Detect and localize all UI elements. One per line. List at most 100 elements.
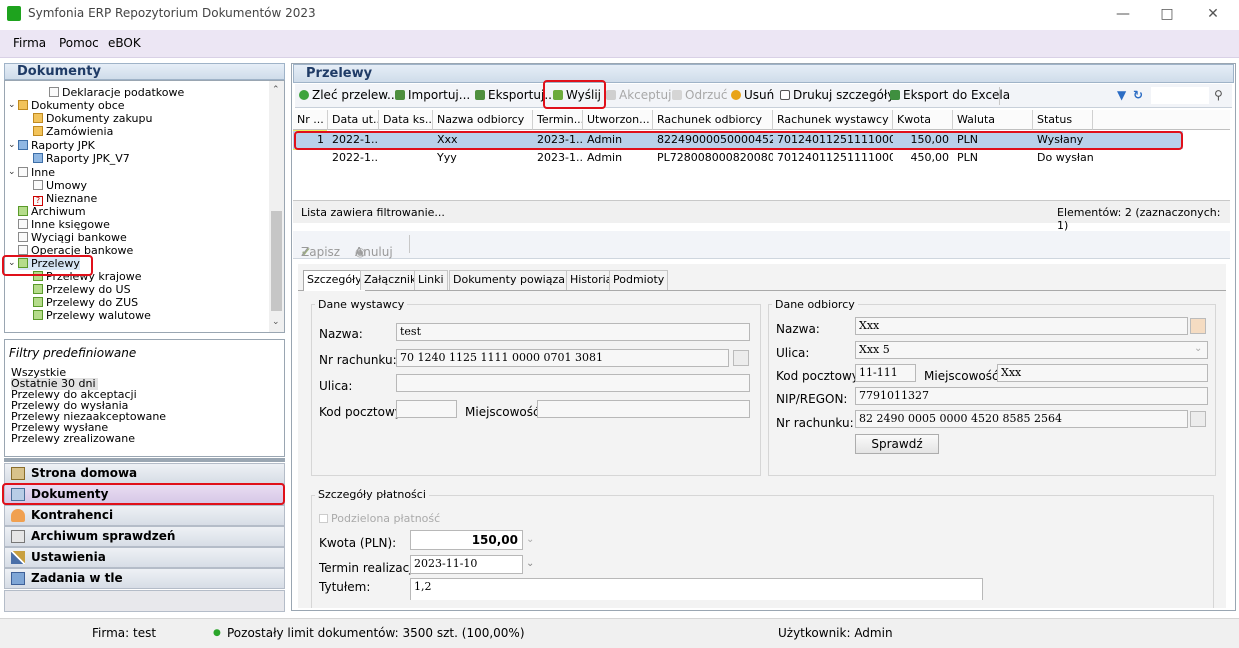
table-cell[interactable]: 1 (293, 131, 328, 149)
bank-icon[interactable] (733, 350, 749, 366)
table-cell[interactable]: 2023-1... (533, 149, 583, 167)
delete-button[interactable]: Usuń (731, 88, 774, 102)
export-button[interactable]: Eksportuj... (475, 88, 556, 102)
column-header[interactable]: Status (1033, 110, 1093, 130)
column-header[interactable]: Nr ... (293, 110, 328, 130)
table-cell[interactable]: 70124011251111000... (773, 131, 893, 149)
table-cell[interactable]: 70124011251111000... (773, 149, 893, 167)
tree-item-przelewy[interactable]: Przelewy (18, 257, 80, 270)
print-details-button[interactable]: Drukuj szczegóły (780, 88, 894, 102)
tree-item-dokumenty-obce[interactable]: Dokumenty obce (18, 99, 125, 112)
collapse-icon[interactable]: ⌄ (8, 167, 16, 177)
date-field[interactable]: 2023-11-10 (410, 555, 523, 574)
table-cell[interactable]: PL728008000820080... (653, 149, 773, 167)
column-header[interactable]: Termin... (533, 110, 583, 130)
column-header[interactable]: Utworzon... (583, 110, 653, 130)
table-cell[interactable]: PLN (953, 149, 1033, 167)
tree-item-operacje[interactable]: Operacje bankowe (18, 244, 133, 257)
table-cell[interactable]: 450,00 (893, 149, 953, 167)
tree-item-przelewy-us[interactable]: Przelewy do US (33, 283, 131, 296)
recipient-nip-field[interactable]: 7791011327 (855, 387, 1208, 405)
table-cell[interactable]: 2023-1... (533, 131, 583, 149)
recipient-name-field[interactable]: Xxx (855, 317, 1188, 335)
refresh-icon[interactable]: ↻ (1133, 88, 1143, 102)
accept-button[interactable]: Akceptuj (606, 88, 671, 102)
menu-ebok[interactable]: eBOK (108, 36, 141, 50)
nav-strona-domowa[interactable]: Strona domowa (4, 463, 285, 484)
tree-scrollbar[interactable]: ⌃ ⌄ (269, 81, 284, 332)
scroll-up-icon[interactable]: ⌃ (272, 85, 280, 95)
issuer-city-field[interactable] (537, 400, 750, 418)
table-cell[interactable] (379, 149, 433, 167)
column-header[interactable]: Data ks... (379, 110, 433, 130)
table-cell[interactable]: 150,00 (893, 131, 953, 149)
collapse-icon[interactable]: ⌄ (8, 140, 16, 150)
verify-button[interactable]: Sprawdź (855, 434, 939, 454)
nav-ustawienia[interactable]: Ustawienia (4, 547, 285, 568)
table-cell[interactable]: Yyy (433, 149, 533, 167)
table-cell[interactable] (293, 149, 328, 167)
tree-item-dokumenty-zakupu[interactable]: Dokumenty zakupu (33, 112, 152, 125)
tree-item-inne[interactable]: Inne (18, 166, 55, 179)
excel-export-button[interactable]: Eksport do Excela (890, 88, 1010, 102)
splitter[interactable] (4, 458, 285, 462)
tree-item-nieznane[interactable]: ? Nieznane (33, 192, 97, 206)
column-header[interactable]: Data ut... (328, 110, 379, 130)
tab-szczegoly[interactable]: Szczegóły (303, 270, 366, 291)
column-header[interactable]: Rachunek wystawcy (773, 110, 893, 130)
tree-item-przelewy-walutowe[interactable]: Przelewy walutowe (33, 309, 151, 322)
chevron-down-icon[interactable]: ⌄ (1194, 343, 1202, 354)
tree-item-zamowienia[interactable]: Zamówienia (33, 125, 113, 138)
scroll-down-icon[interactable]: ⌄ (272, 317, 280, 327)
table-cell[interactable]: Admin (583, 131, 653, 149)
menu-firma[interactable]: Firma (13, 36, 46, 50)
recipient-street-field[interactable]: Xxx 5 (855, 341, 1208, 359)
column-header[interactable]: Nazwa odbiorcy (433, 110, 533, 130)
menu-pomoc[interactable]: Pomoc (59, 36, 99, 50)
tree-item-inne-ksiegowe[interactable]: Inne księgowe (18, 218, 110, 231)
split-payment-checkbox[interactable]: Podzielona płatność (319, 512, 440, 525)
table-cell[interactable]: 2022-1... (328, 149, 379, 167)
filter-icon[interactable]: ▼ (1117, 88, 1126, 102)
calendar-dropdown-icon[interactable]: ⌄ (526, 558, 534, 569)
table-cell[interactable]: 82249000050000452... (653, 131, 773, 149)
issuer-street-field[interactable] (396, 374, 750, 392)
tab-dokumenty-powiazane[interactable]: Dokumenty powiązane (449, 270, 583, 290)
tree-item-deklaracje[interactable]: Deklaracje podatkowe (49, 86, 184, 99)
bank-icon[interactable] (1190, 411, 1206, 427)
issuer-account-field[interactable]: 70 1240 1125 1111 0000 0701 3081 (396, 349, 729, 367)
spin-icon[interactable]: ⌄ (526, 534, 534, 545)
collapse-icon[interactable]: ⌄ (8, 100, 16, 110)
table-cell[interactable]: Admin (583, 149, 653, 167)
amount-field[interactable]: 150,00 (410, 530, 523, 550)
import-button[interactable]: Importuj... (395, 88, 470, 102)
table-cell[interactable] (379, 131, 433, 149)
send-button[interactable]: Wyślij (553, 88, 601, 102)
column-header[interactable]: Kwota (893, 110, 953, 130)
tree-item-wyciagi[interactable]: Wyciągi bankowe (18, 231, 127, 244)
title-field[interactable]: 1,2 (410, 578, 983, 600)
tree-item-umowy[interactable]: Umowy (33, 179, 87, 192)
maximize-icon[interactable]: □ (1152, 4, 1182, 24)
table-cell[interactable]: PLN (953, 131, 1033, 149)
tab-linki[interactable]: Linki (414, 270, 448, 290)
order-transfer-button[interactable]: Zleć przelew... (299, 88, 398, 102)
tab-podmioty[interactable]: Podmioty (609, 270, 669, 290)
nav-dokumenty[interactable]: Dokumenty (4, 484, 285, 505)
minimize-icon[interactable]: — (1108, 4, 1138, 24)
tree-item-archiwum[interactable]: Archiwum (18, 205, 86, 218)
filter-item[interactable]: Przelewy zrealizowane (11, 433, 135, 445)
contractor-picker-icon[interactable] (1190, 318, 1206, 334)
table-cell[interactable]: Do wysłania (1033, 149, 1093, 167)
tree-item-przelewy-zus[interactable]: Przelewy do ZUS (33, 296, 138, 309)
table-cell[interactable]: Wysłany (1033, 131, 1093, 149)
search-input[interactable] (1150, 86, 1210, 105)
reject-button[interactable]: Odrzuć (672, 88, 728, 102)
recipient-city-field[interactable]: Xxx (997, 364, 1208, 382)
tree-item-raporty-jpk-v7[interactable]: Raporty JPK_V7 (33, 152, 130, 165)
tree-item-przelewy-krajowe[interactable]: Przelewy krajowe (33, 270, 142, 283)
scroll-thumb[interactable] (271, 211, 282, 311)
tree-item-raporty-jpk[interactable]: Raporty JPK (18, 139, 95, 152)
column-header[interactable]: Waluta (953, 110, 1033, 130)
search-icon[interactable]: ⚲ (1214, 88, 1223, 102)
